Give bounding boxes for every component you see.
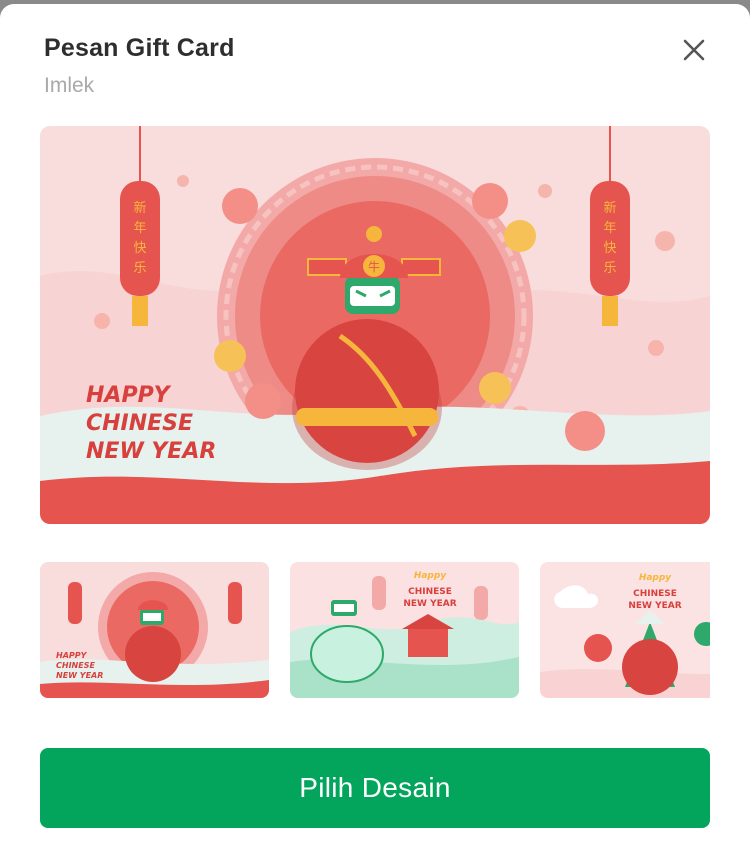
design-1-line-3: NEW YEAR [56, 671, 103, 680]
lantern-right-char-2: 年 [603, 221, 616, 236]
lantern-left-char-2: 年 [133, 221, 146, 236]
hat-glyph: 牛 [368, 259, 380, 274]
design-3-line-1: Happy [639, 573, 672, 583]
design-1-line-2: CHINESE [56, 661, 95, 670]
choose-design-button[interactable]: Pilih Desain [40, 748, 710, 828]
design-thumbnail-1[interactable]: HAPPY CHINESE NEW YEAR [40, 562, 269, 698]
lantern-right-char-4: 乐 [603, 261, 616, 276]
design-3-line-3: NEW YEAR [628, 601, 681, 611]
close-button[interactable] [676, 32, 712, 68]
lantern-right-char-3: 快 [603, 241, 616, 256]
gift-card-modal: Pesan Gift Card Imlek 新 年 快 乐 新 年 快 乐 牛 … [0, 4, 750, 858]
modal-title: Pesan Gift Card [44, 34, 235, 62]
lantern-right-char-1: 新 [603, 200, 616, 216]
greeting-line-2: CHINESE [86, 411, 193, 436]
design-2-line-3: NEW YEAR [403, 599, 456, 609]
design-1-line-1: HAPPY [56, 651, 88, 660]
design-thumbnail-2[interactable]: Happy CHINESE NEW YEAR [290, 562, 519, 698]
greeting-line-3: NEW YEAR [86, 439, 216, 464]
design-2-line-1: Happy [414, 571, 447, 581]
lantern-left-char-1: 新 [133, 200, 146, 216]
lantern-left-char-4: 乐 [133, 261, 146, 276]
close-icon [683, 39, 705, 61]
design-3-line-2: CHINESE [633, 589, 677, 599]
design-carousel[interactable]: HAPPY CHINESE NEW YEAR Happy CHINESE NEW… [40, 562, 710, 698]
gift-card-preview: 新 年 快 乐 新 年 快 乐 牛 HAPPY CHINESE NEW YEAR [40, 126, 710, 524]
greeting-line-1: HAPPY [86, 383, 172, 408]
modal-subtitle: Imlek [44, 74, 95, 97]
design-2-line-2: CHINESE [408, 587, 452, 597]
design-thumbnail-3[interactable]: Happy CHINESE NEW YEAR [540, 562, 710, 698]
lantern-left-char-3: 快 [133, 241, 146, 256]
